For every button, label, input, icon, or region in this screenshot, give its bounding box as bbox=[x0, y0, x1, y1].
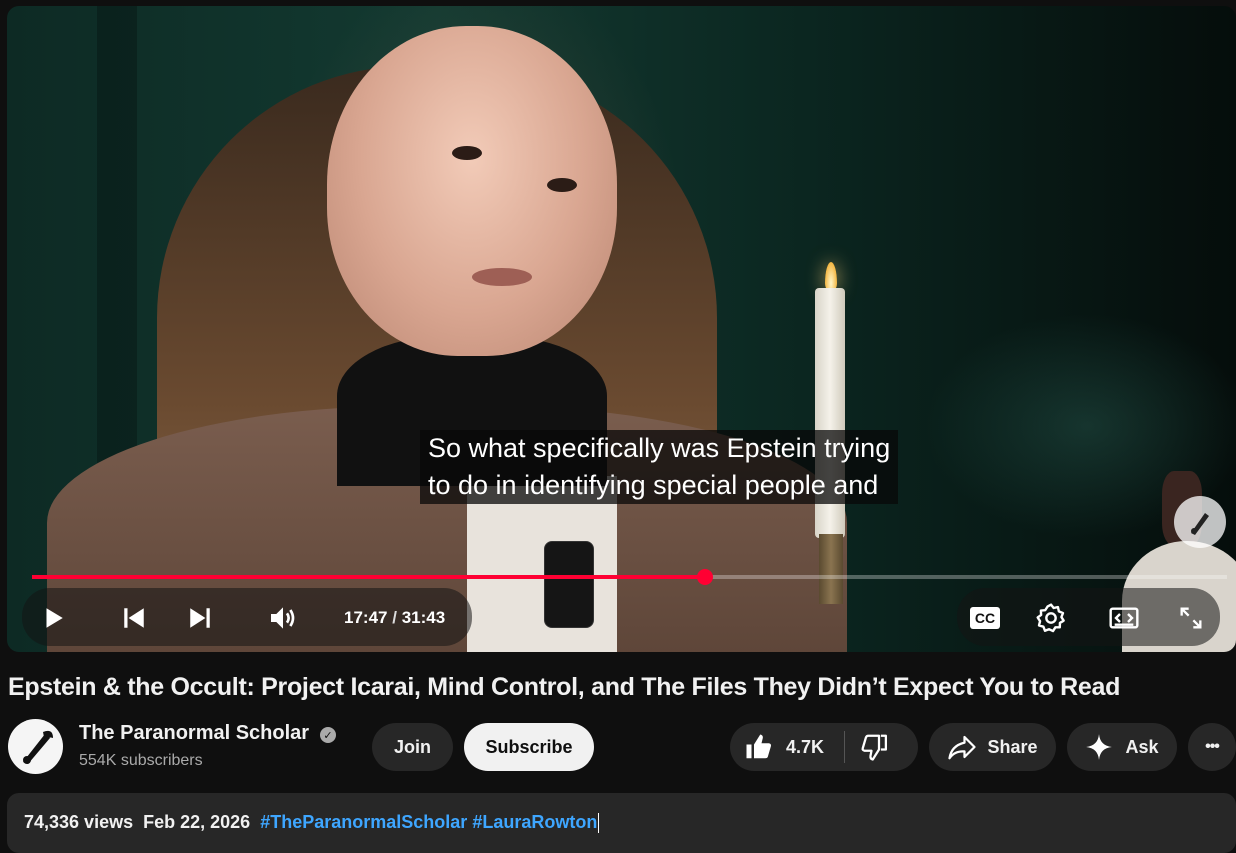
like-button[interactable]: 4.7K bbox=[730, 723, 824, 771]
video-frame-candle-holder bbox=[819, 534, 843, 604]
video-player[interactable]: So what specifically was Epstein trying … bbox=[7, 6, 1236, 652]
ask-button[interactable]: Ask bbox=[1067, 723, 1177, 771]
caption-line-1: So what specifically was Epstein trying bbox=[428, 433, 891, 463]
fullscreen-button[interactable] bbox=[1167, 594, 1215, 642]
subscribe-button[interactable]: Subscribe bbox=[464, 723, 594, 771]
sparkle-icon bbox=[1086, 734, 1113, 760]
current-time: 17:47 bbox=[344, 608, 388, 627]
video-duration: 31:43 bbox=[401, 608, 446, 627]
publish-date: Feb 22, 2026 bbox=[143, 812, 251, 832]
fullscreen-icon bbox=[1180, 607, 1202, 629]
channel-watermark-icon[interactable] bbox=[1174, 496, 1226, 548]
play-button[interactable] bbox=[29, 594, 77, 642]
hashtag-link[interactable]: #TheParanormalScholar bbox=[260, 812, 467, 832]
video-frame-mouth bbox=[472, 268, 532, 286]
view-count: 74,336 views bbox=[24, 812, 134, 832]
video-title: Epstein & the Occult: Project Icarai, Mi… bbox=[8, 673, 1121, 701]
text-cursor bbox=[598, 813, 600, 834]
subscriber-count: 554K subscribers bbox=[79, 752, 203, 769]
video-frame-eye-right bbox=[547, 178, 577, 192]
closed-captions-icon: CC bbox=[970, 607, 1000, 629]
theater-mode-button[interactable] bbox=[1100, 594, 1148, 642]
channel-avatar[interactable] bbox=[8, 719, 63, 774]
theater-mode-icon bbox=[1109, 607, 1139, 629]
like-count: 4.7K bbox=[786, 736, 825, 757]
verified-badge-icon: ✓ bbox=[320, 727, 336, 743]
caption-line-2: to do in identifying special people and bbox=[428, 470, 879, 500]
thumbs-up-icon bbox=[746, 734, 771, 759]
description-meta: 74,336 views Feb 22, 2026 #TheParanormal… bbox=[24, 812, 600, 834]
time-separator: / bbox=[392, 608, 397, 627]
like-divider bbox=[844, 731, 846, 763]
like-dislike-group: 4.7K bbox=[730, 723, 918, 771]
volume-button[interactable] bbox=[259, 594, 307, 642]
closed-captions-button[interactable]: CC bbox=[961, 594, 1009, 642]
ask-label: Ask bbox=[1125, 736, 1159, 757]
settings-button[interactable] bbox=[1027, 594, 1075, 642]
previous-icon bbox=[124, 608, 144, 628]
channel-name[interactable]: The Paranormal Scholar bbox=[79, 722, 309, 745]
video-frame-microphone bbox=[544, 541, 594, 628]
previous-button[interactable] bbox=[110, 594, 158, 642]
share-icon bbox=[948, 735, 977, 760]
play-icon bbox=[46, 608, 63, 628]
progress-bar-played bbox=[32, 575, 706, 579]
join-button[interactable]: Join bbox=[372, 723, 453, 771]
time-display: 17:47 / 31:43 bbox=[344, 608, 445, 628]
cc-label: CC bbox=[974, 610, 996, 626]
video-frame-eye-left bbox=[452, 146, 482, 160]
volume-icon bbox=[271, 607, 295, 629]
hashtag-link[interactable]: #LauraRowton bbox=[472, 812, 597, 832]
next-icon bbox=[190, 608, 210, 628]
video-frame-face bbox=[327, 26, 617, 356]
share-button[interactable]: Share bbox=[929, 723, 1056, 771]
more-actions-button[interactable]: ••• bbox=[1188, 723, 1236, 771]
description-box[interactable]: 74,336 views Feb 22, 2026 #TheParanormal… bbox=[7, 793, 1236, 853]
next-button[interactable] bbox=[176, 594, 224, 642]
dislike-button[interactable] bbox=[859, 723, 889, 771]
more-actions-icon: ••• bbox=[1205, 738, 1220, 755]
share-label: Share bbox=[987, 736, 1038, 757]
thumbs-down-icon bbox=[861, 734, 888, 761]
settings-icon bbox=[1036, 603, 1065, 633]
quill-logo-icon bbox=[22, 730, 53, 764]
closed-caption-text: So what specifically was Epstein trying … bbox=[420, 430, 899, 504]
progress-bar[interactable] bbox=[32, 569, 1227, 585]
